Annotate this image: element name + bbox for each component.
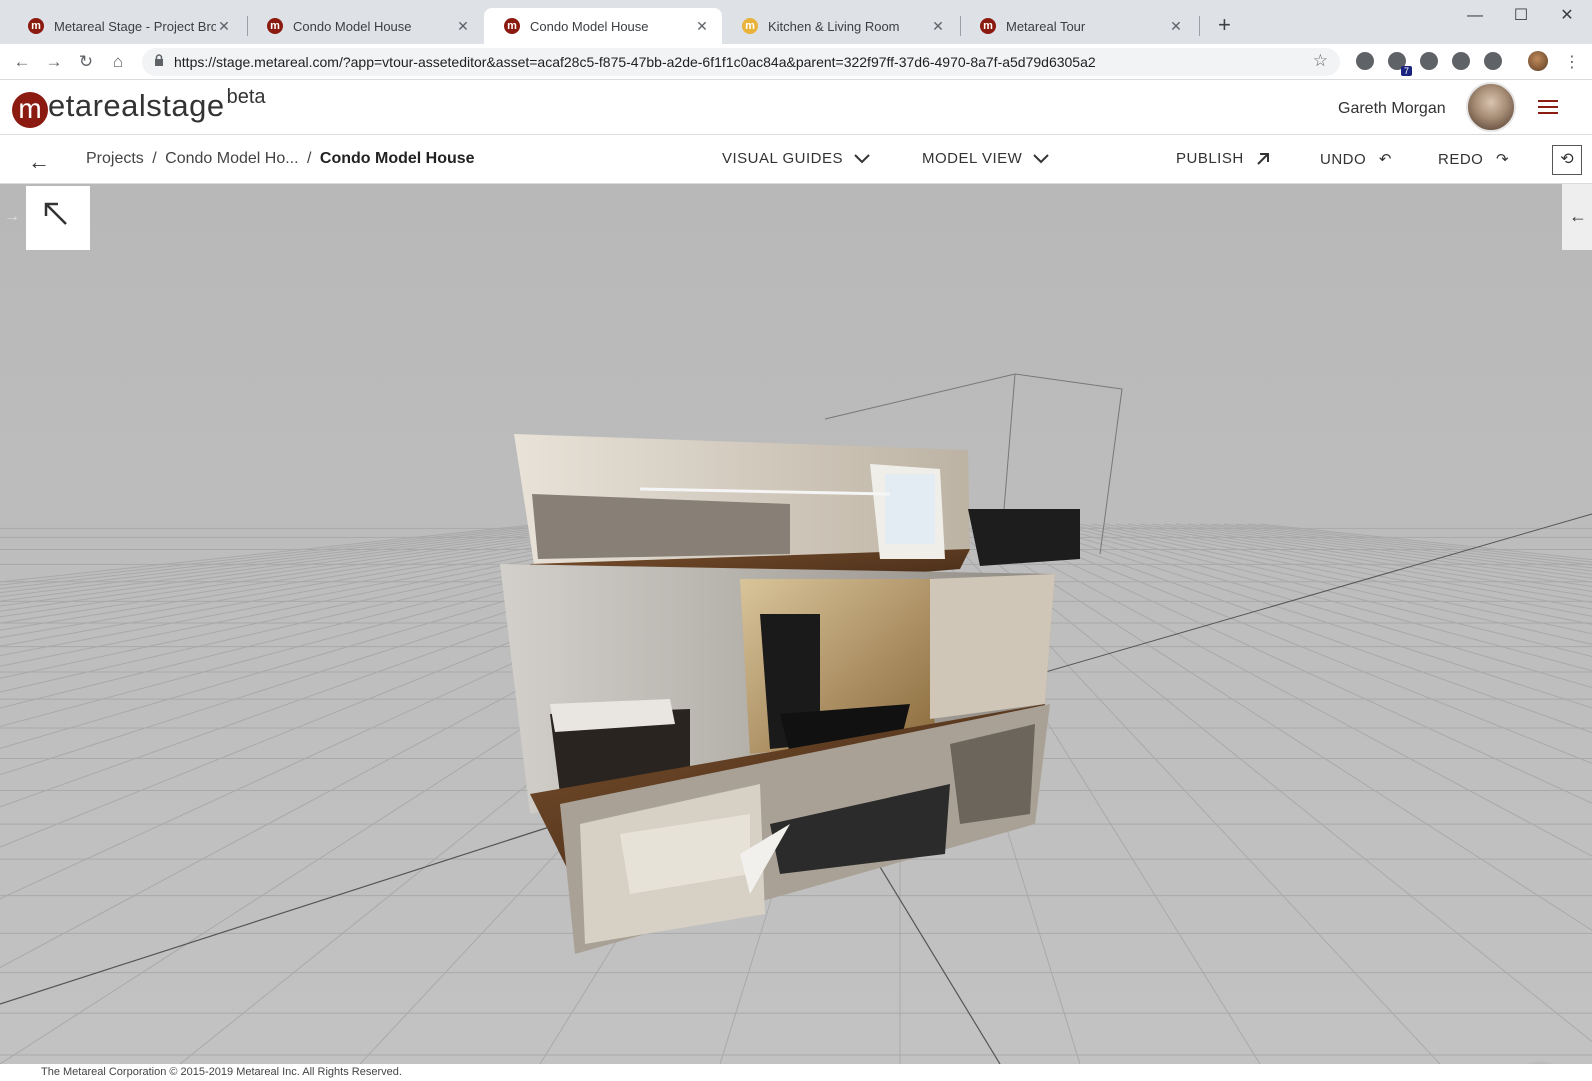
back-arrow-icon[interactable]: ← [28, 149, 50, 175]
publish-button[interactable]: PUBLISH [1176, 150, 1270, 167]
browser-profile-avatar[interactable] [1528, 51, 1548, 71]
browser-tab-tour[interactable]: m Metareal Tour ✕ [960, 8, 1196, 44]
metareal-favicon-icon: m [267, 18, 283, 34]
new-tab-icon[interactable]: + [1218, 12, 1231, 38]
tab-title: Condo Model House [530, 18, 649, 34]
redo-button[interactable]: REDO ↷ [1438, 150, 1509, 168]
maximize-icon[interactable]: ☐ [1498, 4, 1544, 28]
compass-button[interactable] [26, 186, 90, 250]
extension-info-icon[interactable] [1484, 52, 1502, 70]
footer: The Metareal Corporation © 2015-2019 Met… [0, 1064, 1592, 1081]
beta-label: beta [226, 86, 266, 108]
breadcrumb-separator: / [152, 150, 157, 167]
browser-toolbar: ← → ↻ ⌂ https://stage.metareal.com/?app=… [0, 44, 1592, 80]
breadcrumb-projects[interactable]: Projects [86, 150, 144, 167]
model-view-label: MODEL VIEW [922, 150, 1023, 167]
browser-tab-condo-1[interactable]: m Condo Model House ✕ [247, 8, 483, 44]
copyright-text: The Metareal Corporation © 2015-2019 Met… [41, 1066, 402, 1078]
tab-title: Metareal Stage - Project Browser [54, 18, 216, 34]
redo-label: REDO [1438, 151, 1484, 168]
model-view-menu[interactable]: MODEL VIEW [922, 150, 1049, 167]
star-icon[interactable]: ☆ [1313, 51, 1328, 71]
sync-icon[interactable]: ⟲ [1552, 145, 1582, 175]
extension-badge-icon[interactable] [1388, 52, 1413, 76]
user-name[interactable]: Gareth Morgan [1338, 100, 1446, 118]
chevron-down-icon [1033, 154, 1049, 164]
breadcrumb-separator: / [307, 150, 312, 167]
browser-tab-project-browser[interactable]: m Metareal Stage - Project Browser ✕ [8, 8, 244, 44]
metareal-favicon-icon: m [742, 18, 758, 34]
metareal-favicon-icon: m [980, 18, 996, 34]
dollhouse-model[interactable] [490, 354, 1140, 954]
collapse-left-arrow-icon[interactable]: → [4, 208, 20, 226]
browser-tab-condo-active[interactable]: m Condo Model House ✕ [484, 8, 722, 44]
app-root: m etarealstage beta Gareth Morgan ← Proj… [0, 80, 1592, 1081]
lock-icon [155, 54, 163, 66]
reload-icon[interactable]: ↻ [74, 52, 98, 72]
browser-forward-icon[interactable]: → [42, 52, 66, 72]
close-icon[interactable]: ✕ [455, 18, 471, 35]
minimize-icon[interactable]: — [1452, 4, 1498, 28]
avatar[interactable] [1466, 82, 1516, 132]
extension-circle-icon[interactable] [1452, 52, 1470, 70]
extension-download-icon[interactable] [1420, 52, 1438, 70]
tab-title: Kitchen & Living Room [768, 18, 900, 34]
undo-label: UNDO [1320, 151, 1367, 168]
undo-button[interactable]: UNDO ↶ [1320, 150, 1392, 168]
browser-tab-kitchen[interactable]: m Kitchen & Living Room ✕ [722, 8, 958, 44]
tab-separator [1199, 16, 1200, 36]
model-viewport[interactable]: → ← [0, 184, 1592, 1064]
breadcrumb: Projects / Condo Model Ho... / Condo Mod… [86, 150, 475, 168]
visual-guides-label: VISUAL GUIDES [722, 150, 843, 167]
chevron-down-icon [853, 154, 870, 164]
browser-back-icon[interactable]: ← [10, 52, 34, 72]
tab-title: Metareal Tour [1006, 18, 1086, 34]
extension-u-icon[interactable] [1356, 52, 1374, 70]
close-icon[interactable]: ✕ [930, 18, 946, 35]
arrow-up-left-icon [44, 202, 67, 225]
logo-wordmark: etarealstage [48, 88, 225, 123]
visual-guides-menu[interactable]: VISUAL GUIDES [722, 150, 870, 167]
url-text: https://stage.metareal.com/?app=vtour-as… [174, 54, 1096, 70]
metareal-favicon-icon: m [504, 18, 520, 34]
brand-logo[interactable]: m etarealstage beta [12, 86, 266, 128]
undo-icon: ↶ [1378, 151, 1392, 168]
browser-menu-icon[interactable]: ⋮ [1564, 52, 1580, 72]
breadcrumb-parent[interactable]: Condo Model Ho... [165, 150, 298, 167]
publish-label: PUBLISH [1176, 150, 1244, 167]
close-icon[interactable]: ✕ [694, 18, 710, 35]
redo-icon: ↷ [1496, 151, 1510, 168]
address-bar[interactable]: https://stage.metareal.com/?app=vtour-as… [142, 48, 1340, 76]
editor-toolbar: ← Projects / Condo Model Ho... / Condo M… [0, 134, 1592, 184]
tab-title: Condo Model House [293, 18, 412, 34]
collapse-arrow-icon: ← [1569, 206, 1587, 226]
close-icon[interactable]: ✕ [1168, 18, 1184, 35]
menu-icon[interactable] [1538, 100, 1558, 114]
close-icon[interactable]: ✕ [216, 18, 232, 35]
browser-tabstrip: m Metareal Stage - Project Browser ✕ m C… [0, 0, 1592, 44]
metareal-favicon-icon: m [28, 18, 44, 34]
logo-mark: m [12, 92, 48, 128]
breadcrumb-current: Condo Model House [319, 150, 475, 167]
home-icon[interactable]: ⌂ [106, 52, 130, 72]
window-close-icon[interactable]: ✕ [1544, 4, 1590, 28]
arrow-up-right-icon [1257, 153, 1270, 165]
side-panel-toggle[interactable]: ← [1562, 184, 1592, 250]
